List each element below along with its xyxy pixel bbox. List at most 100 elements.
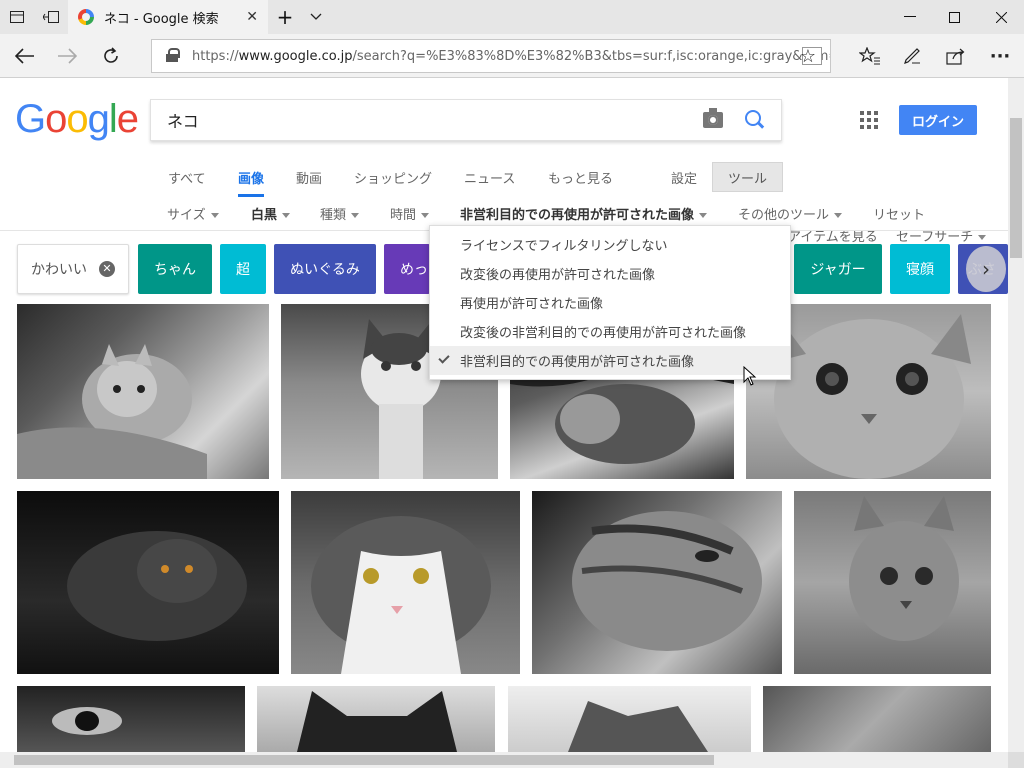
share-icon[interactable] <box>936 40 976 72</box>
chevron-right-icon[interactable]: › <box>966 246 1006 292</box>
view-items-link[interactable]: アイテムを見る <box>788 226 878 245</box>
image-result[interactable] <box>17 491 279 674</box>
close-window-icon[interactable] <box>978 0 1024 34</box>
checkmark-icon <box>438 352 450 364</box>
chip-label: かわいい <box>31 262 87 278</box>
search-query[interactable]: ネコ <box>167 108 199 132</box>
logo-letter: g <box>87 97 110 141</box>
search-box[interactable]: ネコ <box>150 99 782 141</box>
chip-nuigurumi[interactable]: ぬいぐるみ <box>274 244 376 294</box>
tab-images[interactable]: 画像 <box>238 168 265 197</box>
refresh-icon[interactable] <box>94 40 128 72</box>
caret-down-icon <box>421 213 430 218</box>
caret-down-icon <box>699 213 708 218</box>
vertical-scrollbar[interactable] <box>1008 78 1024 752</box>
usage-rights-filter[interactable]: 非営利目的での再使用が許可された画像 <box>460 204 708 223</box>
lock-icon <box>166 48 180 62</box>
search-icon[interactable] <box>745 110 763 130</box>
filter-toolbar: サイズ 白黒 種類 時間 非営利目的での再使用が許可された画像 その他のツール … <box>0 204 1008 226</box>
dropdown-item[interactable]: ライセンスでフィルタリングしない <box>430 230 790 259</box>
google-logo[interactable]: Google <box>15 96 139 142</box>
forward-arrow-icon[interactable] <box>50 40 84 72</box>
logo-letter: o <box>45 97 67 141</box>
login-button[interactable]: ログイン <box>899 105 977 135</box>
caret-down-icon <box>282 213 291 218</box>
tab-shopping[interactable]: ショッピング <box>354 168 432 187</box>
apps-grid-icon[interactable] <box>860 111 878 129</box>
tab-news[interactable]: ニュース <box>464 168 515 187</box>
logo-letter: o <box>66 97 88 141</box>
favorite-star-icon[interactable]: ☆ <box>788 40 828 72</box>
mouse-cursor-icon <box>743 366 757 386</box>
tab-videos[interactable]: 動画 <box>296 168 322 187</box>
caret-down-icon <box>351 213 360 218</box>
size-filter-label: サイズ <box>167 208 206 223</box>
browser-tab-bar: ネコ - Google 検索 ✕ + <box>0 0 1024 34</box>
horizontal-scrollbar[interactable] <box>0 752 1008 768</box>
browser-tab-active[interactable]: ネコ - Google 検索 ✕ <box>68 0 268 34</box>
time-filter-label: 時間 <box>390 208 417 223</box>
chip-jaguar[interactable]: ジャガー <box>794 244 882 294</box>
logo-letter: G <box>15 97 46 141</box>
dropdown-item[interactable]: 改変後の非営利目的での再使用が許可された画像 <box>430 317 790 346</box>
settings-link[interactable]: 設定 <box>671 168 697 187</box>
back-arrow-icon[interactable] <box>8 40 42 72</box>
url-prefix: https:// <box>192 48 239 64</box>
size-filter[interactable]: サイズ <box>167 204 219 223</box>
dropdown-item-label: 非営利目的での再使用が許可された画像 <box>460 355 695 370</box>
camera-icon[interactable] <box>703 108 723 128</box>
image-result[interactable] <box>257 686 495 752</box>
scrollbar-corner <box>1008 752 1024 768</box>
more-tools-filter[interactable]: その他のツール <box>738 204 843 223</box>
tools-button[interactable]: ツール <box>712 162 783 192</box>
google-favicon-icon <box>78 9 94 25</box>
image-result[interactable] <box>794 491 991 674</box>
address-toolbar: https://www.google.co.jp/search?q=%E3%83… <box>0 34 1024 78</box>
chip-negao[interactable]: 寝顔 <box>890 244 950 294</box>
scrollbar-thumb[interactable] <box>14 755 714 765</box>
image-result[interactable] <box>532 491 782 674</box>
dropdown-item[interactable]: 再使用が許可された画像 <box>430 288 790 317</box>
color-filter-label: 白黒 <box>251 208 278 223</box>
type-filter[interactable]: 種類 <box>320 204 360 223</box>
chip-metsu[interactable]: めっ <box>384 244 430 294</box>
chevron-down-icon[interactable] <box>302 0 330 34</box>
google-images-page: Google ネコ ログイン すべて 画像 動画 ショッピング ニュース もっと… <box>0 78 1008 752</box>
tab-preview-icon[interactable] <box>0 0 34 34</box>
image-result[interactable] <box>17 304 269 479</box>
web-note-pen-icon[interactable] <box>892 40 932 72</box>
scrollbar-thumb[interactable] <box>1010 118 1022 258</box>
color-filter[interactable]: 白黒 <box>251 204 291 223</box>
search-nav-tabs: すべて 画像 動画 ショッピング ニュース もっと見る 設定 ツール <box>0 162 1008 197</box>
image-result[interactable] <box>291 491 520 674</box>
image-result[interactable] <box>508 686 751 752</box>
image-result[interactable] <box>17 686 245 752</box>
more-tools-label: その他のツール <box>738 208 830 223</box>
usage-rights-label: 非営利目的での再使用が許可された画像 <box>460 208 695 223</box>
type-filter-label: 種類 <box>320 208 347 223</box>
logo-letter: e <box>116 97 139 141</box>
new-tab-icon[interactable]: + <box>270 0 300 34</box>
tab-more[interactable]: もっと見る <box>548 168 613 187</box>
logo-letter: l <box>108 97 118 141</box>
time-filter[interactable]: 時間 <box>390 204 430 223</box>
reset-link[interactable]: リセット <box>873 204 925 223</box>
favorites-hub-icon[interactable] <box>850 40 890 72</box>
url-field[interactable]: https://www.google.co.jp/search?q=%E3%83… <box>151 39 831 73</box>
url-path: /search?q=%E3%83%8D%E3%82%B3&tbs=sur:f,i… <box>352 48 831 64</box>
maximize-icon[interactable] <box>932 0 976 34</box>
tab-all[interactable]: すべて <box>168 168 206 187</box>
close-tab-icon[interactable]: ✕ <box>246 9 258 25</box>
safesearch-toggle[interactable]: セーフサーチ <box>896 226 987 245</box>
caret-down-icon <box>978 235 987 240</box>
chip-chan[interactable]: ちゃん <box>138 244 212 294</box>
dropdown-item[interactable]: 改変後の再使用が許可された画像 <box>430 259 790 288</box>
minimize-icon[interactable] <box>888 0 932 34</box>
image-result[interactable] <box>763 686 991 752</box>
dropdown-item-selected[interactable]: 非営利目的での再使用が許可された画像 <box>430 346 790 375</box>
close-icon[interactable]: ✕ <box>99 261 115 277</box>
set-aside-tabs-icon[interactable] <box>34 0 68 34</box>
chip-chou[interactable]: 超 <box>220 244 266 294</box>
chip-kawaii[interactable]: かわいい ✕ <box>17 244 129 294</box>
more-menu-icon[interactable]: ··· <box>980 40 1020 72</box>
